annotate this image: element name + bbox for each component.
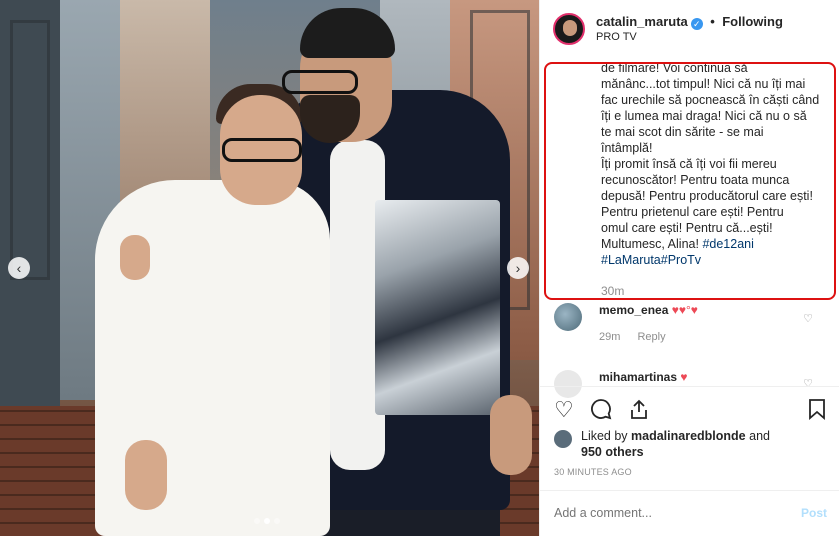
likes-and: and <box>745 429 770 443</box>
chevron-right-icon: › <box>515 260 521 276</box>
caption-line: recunoscător! Pentru toata munca <box>601 173 790 187</box>
carousel-dots <box>254 518 280 524</box>
add-comment-input[interactable] <box>554 506 774 520</box>
hashtag-link[interactable]: #de12ani <box>702 237 753 251</box>
chevron-left-icon: ‹ <box>16 260 22 276</box>
comment-text: ♥♥°♥ <box>671 303 698 317</box>
caption-line: întâmplă! <box>601 141 653 155</box>
comment-avatar[interactable] <box>554 303 582 331</box>
like-heart-icon[interactable]: ♡ <box>554 398 574 425</box>
caption-line: de filmare! Voi continua să <box>601 62 748 75</box>
man-arm-hand <box>120 235 150 280</box>
post-side-panel: catalin_maruta ✓ • Following PRO TV de fi… <box>539 0 839 536</box>
caption-line: te mai scot din sărite - se mai <box>601 125 764 139</box>
post-caption: de filmare! Voi continua să mănânc...tot… <box>601 62 833 268</box>
woman-hand <box>125 440 167 510</box>
comment-like-heart-icon[interactable]: ♡ <box>803 312 813 325</box>
background-window <box>10 20 50 280</box>
comment-item: memo_enea ♥♥°♥ 29m Reply <box>554 303 698 343</box>
comment-text: ♥ <box>680 370 688 384</box>
caption-line: mănânc...tot timpul! Nici că nu îți mai <box>601 77 806 91</box>
post-timestamp[interactable]: 30 MINUTES AGO <box>554 467 632 477</box>
comment-like-heart-icon[interactable]: ♡ <box>803 377 813 390</box>
divider <box>540 490 839 491</box>
carousel-prev-button[interactable]: ‹ <box>8 257 30 279</box>
likes-prefix: Liked by <box>581 429 632 443</box>
caption-line: fac urechile să pocnească în căști când <box>601 93 820 107</box>
comment-username[interactable]: mihamartinas <box>599 370 677 384</box>
comment-bubble-icon[interactable] <box>590 398 612 425</box>
likes-summary: Liked by madalinaredblonde and 950 other… <box>554 428 770 460</box>
liker-avatar[interactable] <box>554 430 572 448</box>
separator-dot: • <box>710 13 715 29</box>
comment-item: mihamartinas ♥ <box>554 370 688 398</box>
carousel-dot-active <box>264 518 270 524</box>
caption-line: Îți promit însă că îți voi fii mereu <box>601 157 777 171</box>
liker-username[interactable]: madalinaredblonde <box>631 429 746 443</box>
caption-line: îți e lumea mai draga! Nici că nu o să <box>601 109 807 123</box>
profile-avatar[interactable] <box>553 13 585 45</box>
following-button[interactable]: Following <box>722 14 783 29</box>
comment-username[interactable]: memo_enea <box>599 303 668 317</box>
comment-time[interactable]: 29m <box>599 331 620 343</box>
divider <box>540 386 839 387</box>
carousel-dot <box>274 518 280 524</box>
caption-highlight-box: de filmare! Voi continua să mănânc...tot… <box>544 62 836 300</box>
caption-timestamp[interactable]: 30m <box>601 284 624 298</box>
man-hand <box>490 395 532 475</box>
post-photo[interactable]: ‹ › <box>0 0 539 536</box>
caption-line: Multumesc, Alina! <box>601 237 703 251</box>
caption-line: omul care ești! Pentru că...ești! <box>601 221 773 235</box>
woman-glasses <box>222 138 302 162</box>
post-actions: ♡ <box>554 398 650 425</box>
share-icon[interactable] <box>628 398 650 425</box>
man-jacket-print <box>375 200 500 415</box>
reply-button[interactable]: Reply <box>637 331 665 343</box>
caption-line: depusă! Pentru producătorul care ești! <box>601 189 813 203</box>
likes-count[interactable]: 950 others <box>581 445 644 459</box>
post-location[interactable]: PRO TV <box>596 30 783 45</box>
caption-line: Pentru prietenul care ești! Pentru <box>601 205 784 219</box>
profile-username[interactable]: catalin_maruta <box>596 14 688 29</box>
post-comment-button[interactable]: Post <box>801 506 827 520</box>
verified-badge-icon: ✓ <box>690 17 703 30</box>
man-glasses <box>282 70 358 94</box>
carousel-dot <box>254 518 260 524</box>
comment-avatar[interactable] <box>554 370 582 398</box>
post-header: catalin_maruta ✓ • Following PRO TV <box>540 0 839 58</box>
bookmark-icon[interactable] <box>807 398 827 426</box>
hashtag-link[interactable]: #LaMaruta <box>601 253 661 267</box>
carousel-next-button[interactable]: › <box>507 257 529 279</box>
hashtag-link[interactable]: #ProTv <box>661 253 701 267</box>
